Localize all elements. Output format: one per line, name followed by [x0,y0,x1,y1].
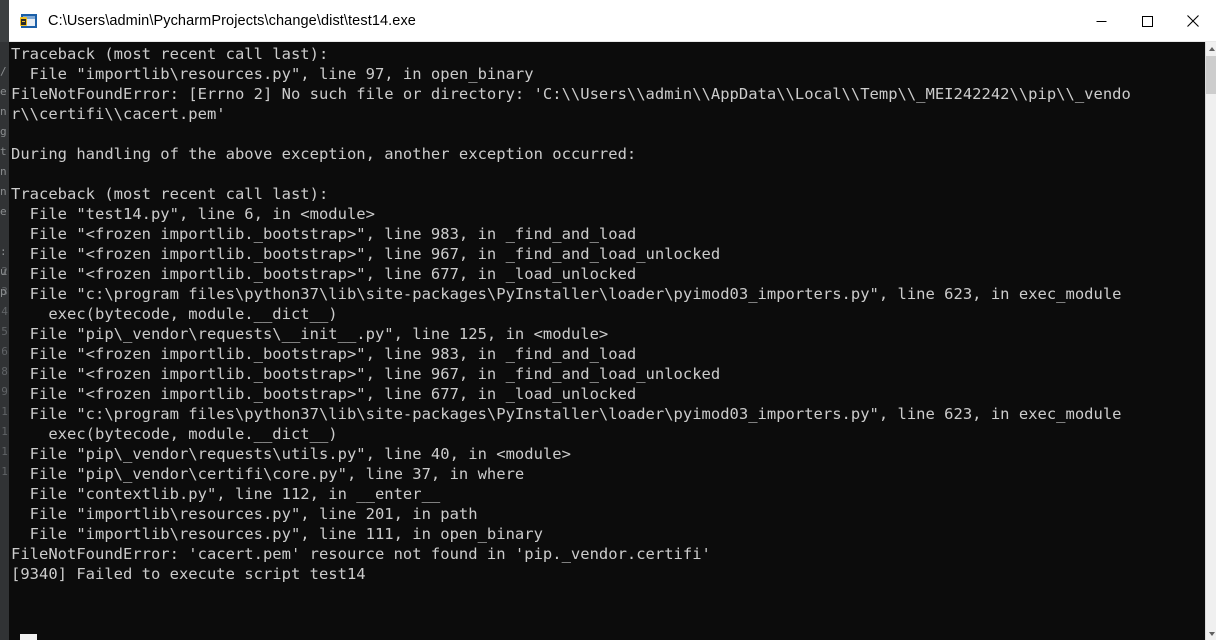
background-text-fragment: p [0,285,7,298]
close-button[interactable] [1170,0,1216,42]
title-bar[interactable]: C:\Users\admin\PycharmProjects\change\di… [9,0,1216,42]
minimize-button[interactable] [1078,0,1124,42]
background-text-fragment: n [0,165,7,178]
console-window: C:\Users\admin\PycharmProjects\change\di… [9,0,1216,640]
background-ide-gutter: 2 3 4 5 6 8 9 1 1 1 1 /e n g t n n e: u p [0,42,9,640]
maximize-button[interactable] [1124,0,1170,42]
scrollbar-thumb[interactable] [1206,56,1216,94]
console-output-text: Traceback (most recent call last): File … [11,45,1131,583]
background-text-fragment: e [0,85,7,98]
background-text-fragment: g [0,125,7,138]
background-text-fragment: u [0,265,7,278]
background-text-fragment: / [0,65,7,78]
console-scrollbar[interactable] [1205,42,1216,640]
window-title: C:\Users\admin\PycharmProjects\change\di… [48,12,416,29]
console-output-area[interactable]: Traceback (most recent call last): File … [9,42,1216,640]
scroll-down-arrow-icon[interactable] [1206,627,1216,640]
background-text-fragment: t [0,145,7,158]
background-text-fragment: n [0,185,7,198]
background-text-fragment: e [0,205,7,218]
background-text-fragment: n [0,105,7,118]
window-controls [1078,0,1216,42]
console-app-icon [20,12,38,30]
console-cursor [20,634,37,640]
scroll-up-arrow-icon[interactable] [1206,42,1216,55]
background-text-fragment: : [0,245,7,258]
background-ide-strip: 2 3 4 5 6 8 9 1 1 1 1 /e n g t n n e: u p [0,0,9,640]
console-window-app: 2 3 4 5 6 8 9 1 1 1 1 /e n g t n n e: u p C:\Use… [0,0,1216,640]
